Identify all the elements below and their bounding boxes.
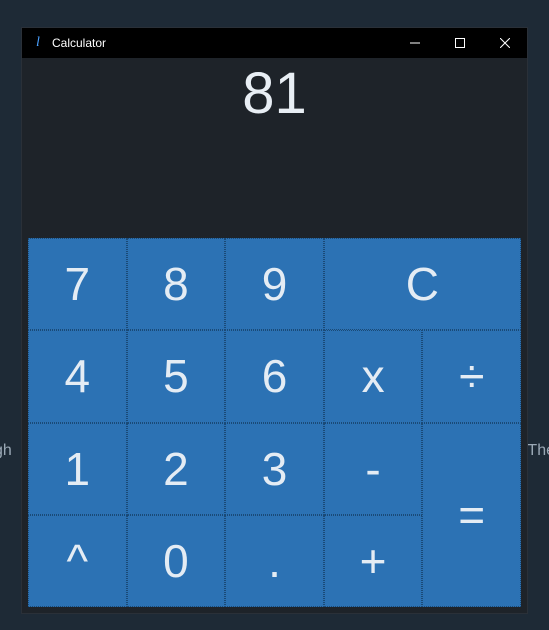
key-8[interactable]: 8 <box>127 238 226 330</box>
key-5[interactable]: 5 <box>127 330 226 422</box>
app-feather-icon: l <box>22 35 48 51</box>
key-multiply[interactable]: x <box>324 330 423 422</box>
background-text-right: The <box>527 442 549 460</box>
close-button[interactable] <box>482 28 527 58</box>
key-4[interactable]: 4 <box>28 330 127 422</box>
calculator-window: l Calculator 81 7 8 9 C 4 5 6 x ÷ 1 2 <box>22 28 527 613</box>
titlebar: l Calculator <box>22 28 527 58</box>
window-controls <box>392 28 527 58</box>
key-1[interactable]: 1 <box>28 423 127 515</box>
key-equals[interactable]: = <box>422 423 521 608</box>
key-7[interactable]: 7 <box>28 238 127 330</box>
background-text-left: gh <box>0 442 12 460</box>
key-9[interactable]: 9 <box>225 238 324 330</box>
maximize-button[interactable] <box>437 28 482 58</box>
key-0[interactable]: 0 <box>127 515 226 607</box>
key-2[interactable]: 2 <box>127 423 226 515</box>
key-3[interactable]: 3 <box>225 423 324 515</box>
keypad: 7 8 9 C 4 5 6 x ÷ 1 2 3 - = ^ 0 . + <box>28 238 521 607</box>
key-add[interactable]: + <box>324 515 423 607</box>
key-power[interactable]: ^ <box>28 515 127 607</box>
calculator-display: 81 <box>22 58 527 212</box>
key-6[interactable]: 6 <box>225 330 324 422</box>
minimize-button[interactable] <box>392 28 437 58</box>
key-clear[interactable]: C <box>324 238 521 330</box>
key-decimal[interactable]: . <box>225 515 324 607</box>
key-divide[interactable]: ÷ <box>422 330 521 422</box>
key-subtract[interactable]: - <box>324 423 423 515</box>
window-title: Calculator <box>48 36 106 50</box>
